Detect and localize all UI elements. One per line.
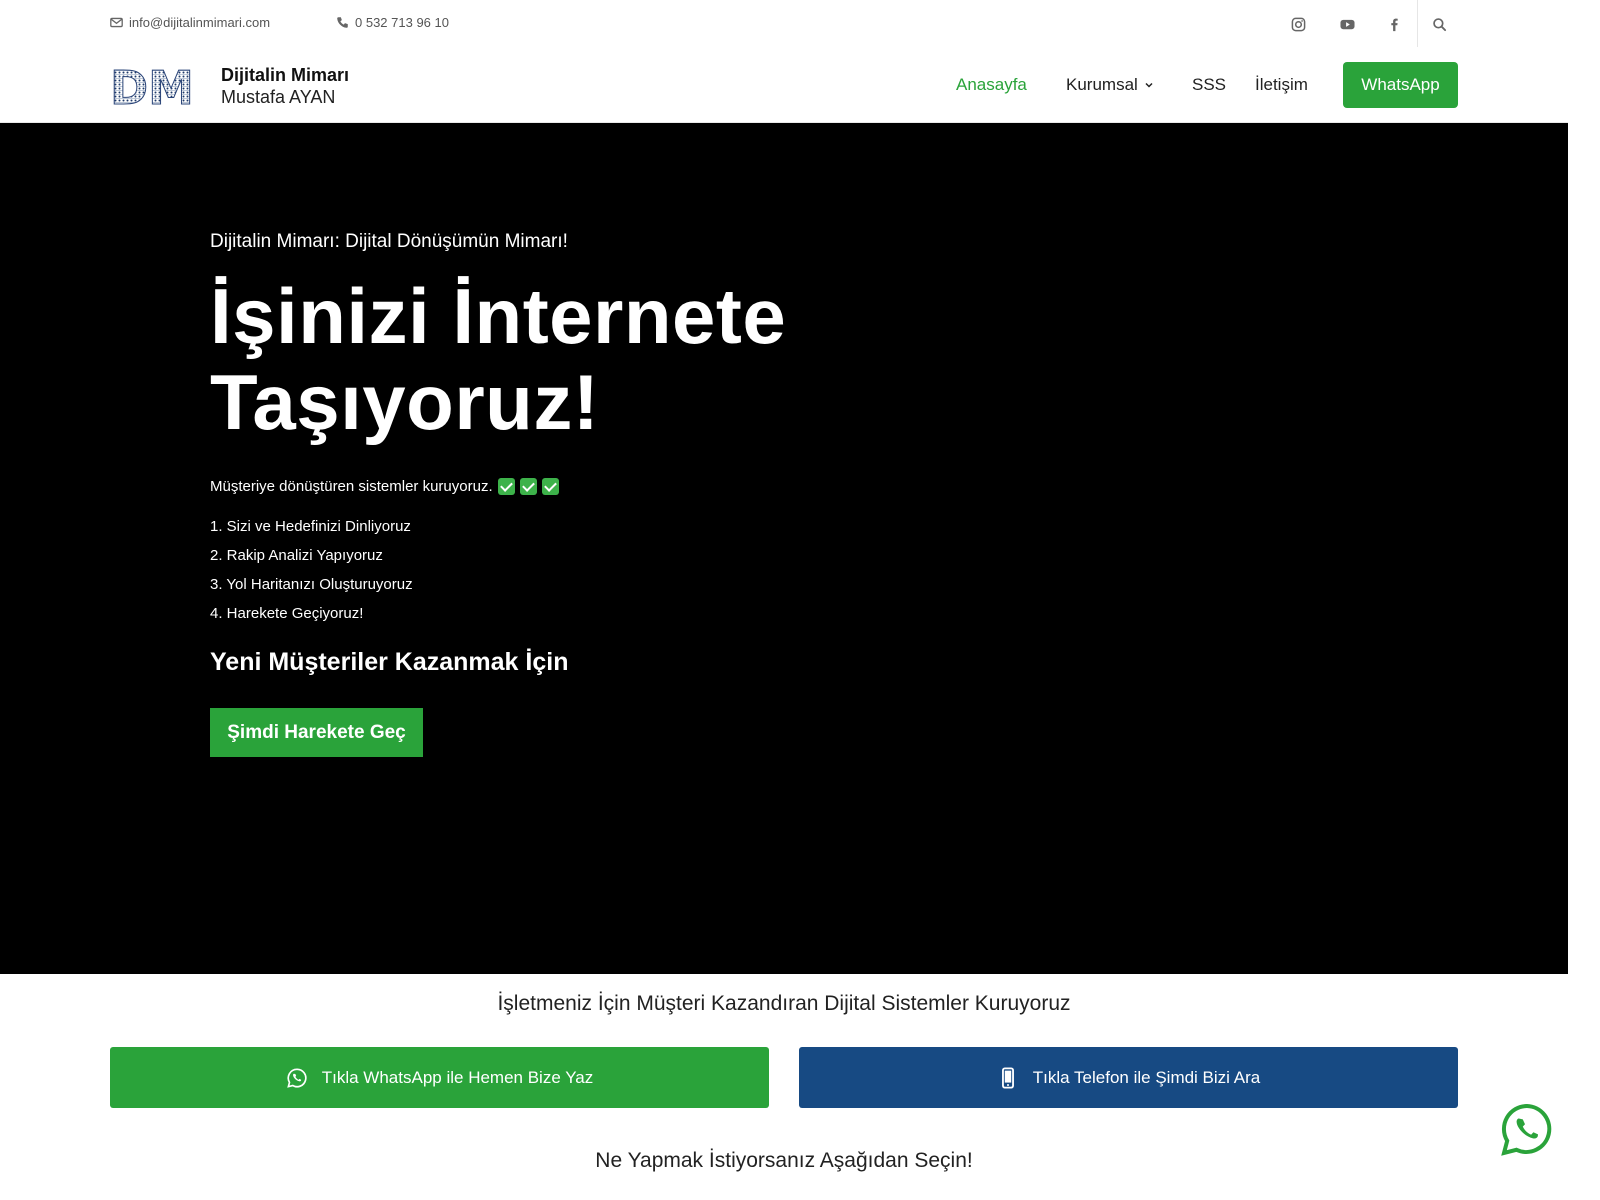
hero-section: Dijitalin Mimarı: Dijital Dönüşümün Mima…: [0, 123, 1568, 974]
hero-description-text: Müşteriye dönüştüren sistemler kuruyoruz…: [210, 478, 493, 495]
brand-subtitle: Mustafa AYAN: [221, 87, 336, 107]
chevron-down-icon: [1145, 82, 1153, 88]
hero-steps-list: 1. Sizi ve Hedefinizi Dinliyoruz 2. Raki…: [210, 518, 413, 634]
logo[interactable]: DM: [110, 61, 208, 116]
email-link[interactable]: info@dijitalinmimari.com: [110, 15, 270, 30]
section-title: İşletmeniz İçin Müşteri Kazandıran Dijit…: [497, 992, 1071, 1015]
phone-contact-button[interactable]: Tıkla Telefon ile Şimdi Bizi Ara: [799, 1047, 1458, 1108]
phone-text: 0 532 713 96 10: [355, 15, 449, 30]
list-item: 2. Rakip Analizi Yapıyoruz: [210, 547, 383, 564]
nav-label: İletişim: [1255, 75, 1308, 94]
whatsapp-header-button[interactable]: WhatsApp: [1343, 62, 1458, 108]
topbar-divider: [1417, 0, 1418, 47]
whatsapp-icon: [286, 1067, 307, 1088]
choose-title: Ne Yapmak İstiyorsanız Aşağıdan Seçin!: [595, 1149, 973, 1172]
brand-name[interactable]: Dijitalin Mimarı: [221, 65, 349, 86]
facebook-icon[interactable]: [1384, 14, 1404, 34]
hero-cta-button[interactable]: Şimdi Harekete Geç: [210, 708, 423, 757]
check-mark-icon: [541, 478, 559, 495]
hero-title: İşinizi İnternete Taşıyoruz!: [210, 273, 910, 445]
list-item: 1. Sizi ve Hedefinizi Dinliyoruz: [210, 518, 411, 535]
phone-link[interactable]: 0 532 713 96 10: [336, 15, 449, 30]
search-icon[interactable]: [1429, 14, 1449, 34]
floating-whatsapp-icon[interactable]: [1499, 1102, 1555, 1158]
nav-label: Anasayfa: [956, 75, 1027, 94]
phone-icon: [337, 17, 348, 28]
hero-kicker: Dijitalin Mimarı: Dijital Dönüşümün Mima…: [210, 231, 568, 252]
nav-kurumsal[interactable]: Kurumsal: [1066, 75, 1154, 95]
hero-title-line2: Taşıyoruz!: [210, 358, 600, 446]
envelope-icon: [110, 17, 123, 28]
check-mark-icon: [497, 478, 515, 495]
hero-title-line1: İşinizi İnternete: [210, 272, 787, 360]
youtube-icon[interactable]: [1337, 14, 1357, 34]
check-mark-icon: [519, 478, 537, 495]
nav-label: Kurumsal: [1066, 75, 1138, 94]
hero-subheading: Yeni Müşteriler Kazanmak İçin: [210, 648, 569, 676]
email-text: info@dijitalinmimari.com: [129, 15, 271, 30]
instagram-icon[interactable]: [1288, 14, 1308, 34]
nav-label: SSS: [1192, 75, 1227, 94]
whatsapp-contact-button[interactable]: Tıkla WhatsApp ile Hemen Bize Yaz: [110, 1047, 769, 1108]
logo-letters: DM: [110, 63, 194, 107]
main-header: DM Dijitalin Mimarı Mustafa AYAN Anasayf…: [0, 47, 1568, 123]
top-bar: info@dijitalinmimari.com 0 532 713 96 10: [0, 0, 1568, 47]
nav-sss[interactable]: SSS: [1192, 75, 1226, 95]
phone-contact-label: Tıkla Telefon ile Şimdi Bizi Ara: [1032, 1067, 1261, 1087]
list-item: 3. Yol Haritanızı Oluşturuyoruz: [210, 576, 413, 593]
list-item: 4. Harekete Geçiyoruz!: [210, 605, 364, 622]
nav-anasayfa[interactable]: Anasayfa: [956, 75, 1027, 95]
hero-description: Müşteriye dönüştüren sistemler kuruyoruz…: [210, 478, 559, 495]
mobile-phone-icon: [1001, 1066, 1014, 1089]
whatsapp-contact-label: Tıkla WhatsApp ile Hemen Bize Yaz: [321, 1067, 594, 1087]
nav-iletisim[interactable]: İletişim: [1255, 75, 1308, 95]
